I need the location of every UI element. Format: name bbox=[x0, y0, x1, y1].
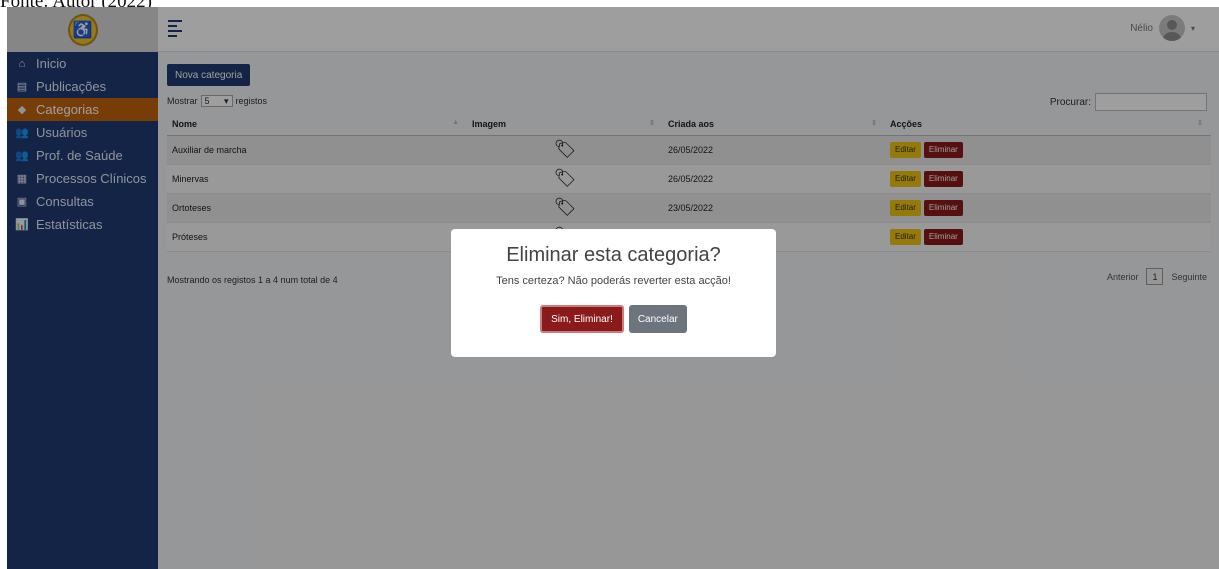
dialog-title: Eliminar esta categoria? bbox=[506, 244, 721, 266]
confirm-delete-button[interactable]: Sim, Eliminar! bbox=[540, 305, 624, 333]
dialog-message: Tens certeza? Não poderás reverter esta … bbox=[496, 275, 731, 287]
dialog-actions: Sim, Eliminar! Cancelar bbox=[451, 305, 776, 333]
app-window: ♿ ⌂ Inicio ▤ Publicações ◆ Categorias 👥 … bbox=[7, 7, 1219, 569]
cancel-button[interactable]: Cancelar bbox=[628, 305, 687, 333]
confirm-delete-dialog: Eliminar esta categoria? Tens certeza? N… bbox=[451, 229, 776, 357]
